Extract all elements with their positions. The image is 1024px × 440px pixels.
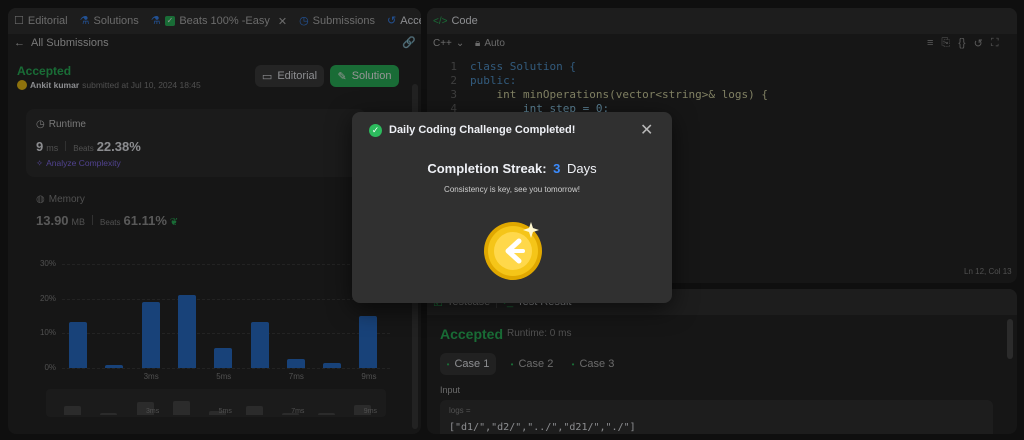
streak-unit: Days <box>567 161 597 176</box>
modal-title: Daily Coding Challenge Completed! <box>389 124 576 136</box>
streak-label: Completion Streak: <box>427 161 547 176</box>
streak-line: Completion Streak: 3 Days <box>352 161 672 176</box>
coin-icon <box>483 218 545 280</box>
streak-value: 3 <box>553 161 561 176</box>
check-circle-icon: ✓ <box>369 124 382 137</box>
close-icon[interactable]: ✕ <box>640 120 653 140</box>
modal-subtitle: Consistency is key, see you tomorrow! <box>444 185 580 194</box>
challenge-complete-modal: ✓ Daily Coding Challenge Completed! ✕ Co… <box>352 112 672 303</box>
